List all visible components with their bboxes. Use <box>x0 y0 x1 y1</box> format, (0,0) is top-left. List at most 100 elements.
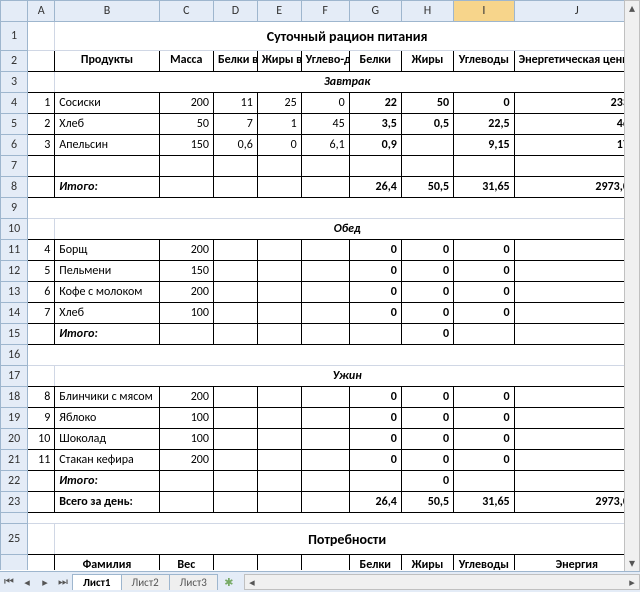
cell[interactable]: 200 <box>159 240 213 261</box>
cell[interactable]: Стакан кефира <box>55 450 159 471</box>
cell[interactable]: 3 <box>28 135 55 156</box>
row-header[interactable]: 7 <box>1 156 28 177</box>
row-header[interactable]: 19 <box>1 408 28 429</box>
cell[interactable]: 2973,01 <box>514 177 624 198</box>
cell[interactable]: 0 <box>257 135 301 156</box>
cell[interactable]: 0 <box>349 387 401 408</box>
cell[interactable]: 0 <box>454 261 515 282</box>
col-header-A[interactable]: A <box>28 1 55 22</box>
cell[interactable] <box>514 471 624 492</box>
tab-prev-icon[interactable]: ◂ <box>19 574 35 590</box>
cell[interactable] <box>349 471 401 492</box>
cell[interactable]: 0 <box>401 387 453 408</box>
cell[interactable]: 0 <box>454 387 515 408</box>
col-header-I[interactable]: I <box>454 1 515 22</box>
cell[interactable]: Пельмени <box>55 261 159 282</box>
cell[interactable]: 45 <box>301 114 349 135</box>
cell[interactable]: 31,65 <box>454 177 515 198</box>
sheet-tab-3[interactable]: Лист3 <box>169 574 218 590</box>
row-header[interactable]: 9 <box>1 198 28 219</box>
row-header[interactable]: 22 <box>1 471 28 492</box>
cell[interactable]: Хлеб <box>55 114 159 135</box>
cell[interactable]: 6,1 <box>301 135 349 156</box>
row-header[interactable]: 2 <box>1 51 28 72</box>
col-header-C[interactable]: C <box>159 1 213 22</box>
scroll-right-icon[interactable]: ▸ <box>625 576 639 589</box>
row-header[interactable]: 18 <box>1 387 28 408</box>
scroll-left-icon[interactable]: ◂ <box>245 576 259 589</box>
row-header[interactable]: 1 <box>1 22 28 51</box>
new-sheet-icon[interactable]: ✱ <box>221 574 237 590</box>
cell[interactable]: 9,15 <box>454 135 515 156</box>
cell[interactable]: 0 <box>401 450 453 471</box>
cell[interactable]: Яблоко <box>55 408 159 429</box>
tab-last-icon[interactable]: ⏭ <box>55 574 71 590</box>
cell[interactable]: 4 <box>28 240 55 261</box>
row-header[interactable]: 12 <box>1 261 28 282</box>
cell[interactable]: 0 <box>454 450 515 471</box>
cell[interactable]: 2973,01 <box>514 492 624 513</box>
cell[interactable]: 100 <box>159 429 213 450</box>
row-header[interactable]: 25 <box>1 524 28 555</box>
row-header[interactable]: 16 <box>1 345 28 366</box>
cell[interactable]: 6 <box>28 282 55 303</box>
cell[interactable]: 0 <box>349 240 401 261</box>
cell[interactable]: Апельсин <box>55 135 159 156</box>
cell[interactable]: Блинчики с мясом <box>55 387 159 408</box>
row-header[interactable]: 11 <box>1 240 28 261</box>
cell[interactable]: 0 <box>349 429 401 450</box>
row-header[interactable]: 21 <box>1 450 28 471</box>
col-header-F[interactable]: F <box>301 1 349 22</box>
tab-next-icon[interactable]: ▸ <box>37 574 53 590</box>
cell[interactable]: 22 <box>349 93 401 114</box>
cell[interactable]: 1 <box>28 93 55 114</box>
cell[interactable]: 0 <box>514 387 624 408</box>
row-header[interactable]: 20 <box>1 429 28 450</box>
cell[interactable]: 0 <box>401 324 453 345</box>
cell[interactable] <box>454 324 515 345</box>
cell[interactable]: 0 <box>514 240 624 261</box>
cell[interactable]: 0 <box>401 408 453 429</box>
cell[interactable]: Хлеб <box>55 303 159 324</box>
row-header[interactable] <box>1 555 28 571</box>
cell[interactable]: 0 <box>401 429 453 450</box>
spreadsheet-grid[interactable]: A B C D E F G H I J 1 Суточный рацион пи… <box>0 0 624 570</box>
cell[interactable]: 0 <box>454 408 515 429</box>
cell[interactable]: 31,65 <box>454 492 515 513</box>
horizontal-scrollbar[interactable]: ◂ ▸ <box>244 574 640 590</box>
row-header[interactable]: 5 <box>1 114 28 135</box>
cell[interactable]: Кофе с молоком <box>55 282 159 303</box>
cell[interactable]: 22,5 <box>454 114 515 135</box>
scroll-down-icon[interactable]: ▾ <box>625 556 639 571</box>
cell[interactable]: 50 <box>159 114 213 135</box>
col-header-H[interactable]: H <box>401 1 453 22</box>
tab-first-icon[interactable]: ⏮ <box>1 574 17 590</box>
cell[interactable]: 100 <box>159 303 213 324</box>
cell[interactable]: 200 <box>159 387 213 408</box>
cell[interactable]: 11 <box>28 450 55 471</box>
cell[interactable] <box>454 471 515 492</box>
cell[interactable]: 26,4 <box>349 177 401 198</box>
cell[interactable]: 0 <box>514 450 624 471</box>
row-header[interactable]: 8 <box>1 177 28 198</box>
cell[interactable]: 26,4 <box>349 492 401 513</box>
cell[interactable]: 0,5 <box>401 114 453 135</box>
cell[interactable]: 0 <box>514 261 624 282</box>
row-header[interactable]: 15 <box>1 324 28 345</box>
cell[interactable]: 10 <box>28 429 55 450</box>
cell[interactable]: 0 <box>301 93 349 114</box>
cell[interactable]: 0 <box>349 282 401 303</box>
cell[interactable]: 0 <box>401 240 453 261</box>
cell[interactable]: 9 <box>28 408 55 429</box>
cell[interactable]: 0 <box>401 282 453 303</box>
cell[interactable]: 8 <box>28 387 55 408</box>
cell[interactable]: 2 <box>28 114 55 135</box>
col-header-B[interactable]: B <box>55 1 159 22</box>
cell[interactable]: 150 <box>159 135 213 156</box>
col-header-D[interactable]: D <box>213 1 257 22</box>
cell[interactable]: 0 <box>454 93 515 114</box>
cell[interactable] <box>401 135 453 156</box>
cell[interactable]: 0,6 <box>213 135 257 156</box>
cell[interactable]: 11 <box>213 93 257 114</box>
cell[interactable]: Шоколад <box>55 429 159 450</box>
